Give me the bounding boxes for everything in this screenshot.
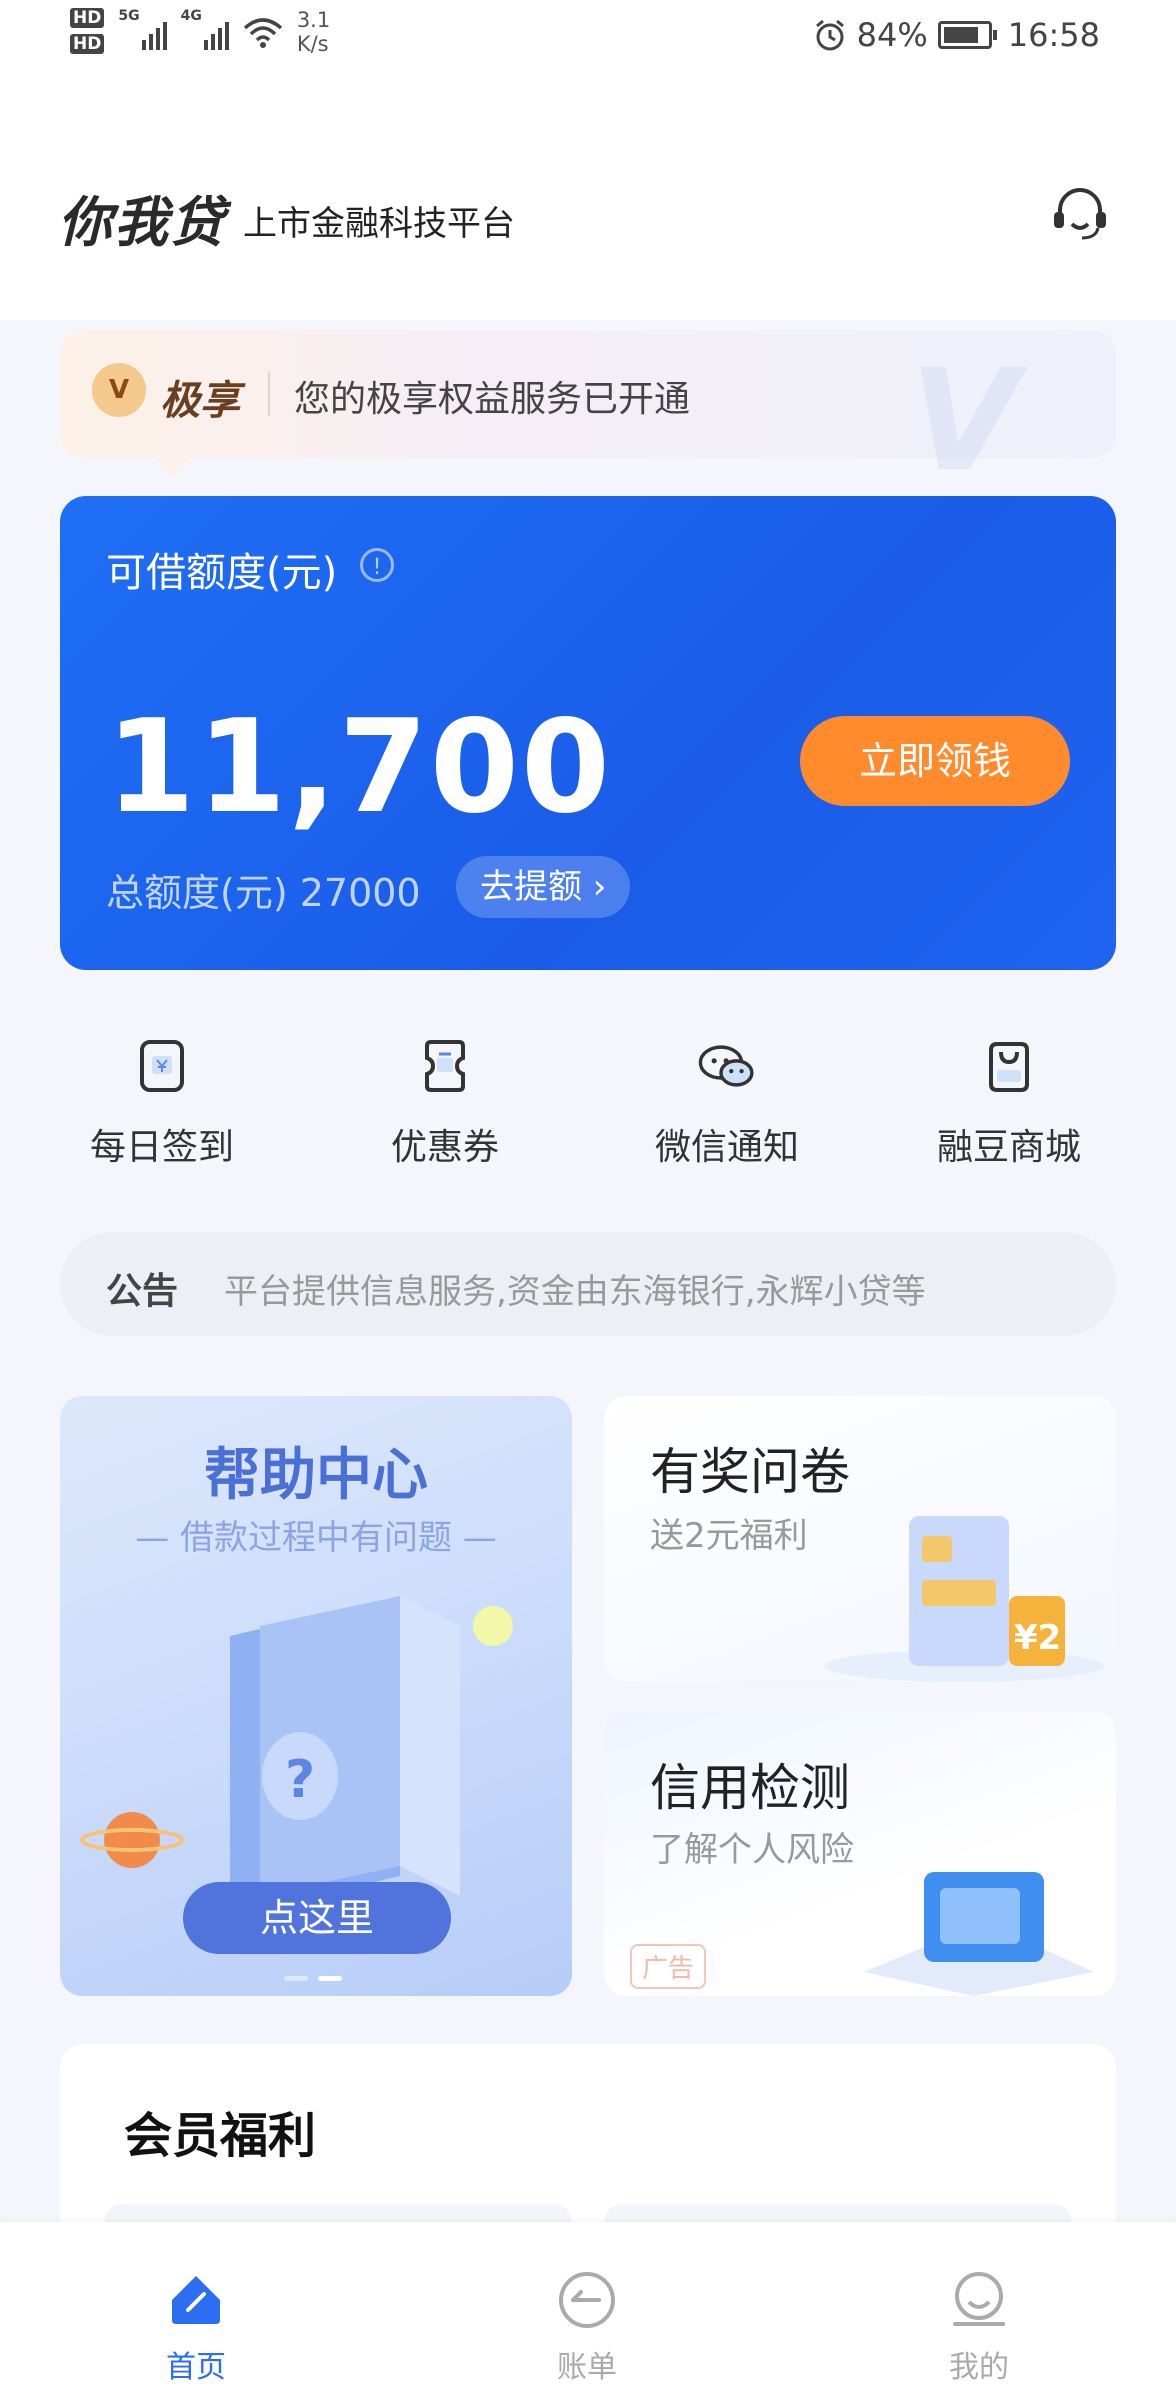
hd-indicator: HD HD [70, 8, 105, 54]
help-click-here-button[interactable]: 点这里 [183, 1882, 451, 1954]
wechat-icon [698, 1045, 754, 1087]
tab-me[interactable]: 我的 [879, 2270, 1079, 2386]
help-center-subtitle: — 借款过程中有问题 — [135, 1518, 497, 1558]
help-center-title: 帮助中心 [204, 1443, 428, 1508]
quick-action-bean-mall[interactable]: 融豆商城 [899, 1036, 1119, 1170]
signal-icon-2 [203, 14, 229, 50]
customer-service-icon[interactable] [1050, 184, 1110, 244]
signal-icon [141, 14, 167, 50]
tab-label: 我的 [949, 2350, 1009, 2385]
carousel-indicator [284, 1976, 342, 1981]
tab-home[interactable]: 首页 [96, 2270, 296, 2386]
quick-action-coupon[interactable]: 优惠券 [335, 1036, 555, 1170]
status-left: HD HD 5G 4G 3.1 K/s [70, 8, 330, 56]
info-icon[interactable]: ! [360, 548, 394, 582]
speed-value: 3.1 [296, 8, 331, 32]
total-credit: 总额度(元) 27000 [106, 871, 421, 915]
quick-action-label: 每日签到 [89, 1127, 234, 1168]
quick-action-label: 微信通知 [654, 1127, 799, 1168]
vip-text: 您的极享权益服务已开通 [294, 379, 691, 420]
battery-icon [937, 21, 997, 49]
brand-logo: 你我贷 [58, 191, 226, 254]
quick-action-wechat-notify[interactable]: 微信通知 [617, 1036, 837, 1170]
available-credit-amount: 11,700 [106, 693, 612, 842]
home-icon [172, 2276, 220, 2324]
hd1-label: HD [70, 8, 105, 28]
vip-badge-icon: V [92, 363, 146, 417]
vip-banner-pointer [152, 456, 192, 478]
notice-text: 平台提供信息服务,资金由东海银行,永辉小贷等 [224, 1272, 926, 1312]
coupon-icon [425, 1040, 465, 1092]
vip-name: 极享 [160, 378, 240, 424]
brand-tagline: 上市金融科技平台 [243, 204, 515, 244]
credit-check-title: 信用检测 [650, 1759, 850, 1817]
bill-icon [559, 2272, 615, 2328]
network-type-2: 4G [180, 8, 202, 24]
hd2-label: HD [70, 34, 105, 54]
speed-unit: K/s [296, 32, 329, 56]
ad-badge: 广告 [630, 1944, 707, 1989]
survey-coin-label: ¥2 [1014, 1618, 1062, 1658]
quick-action-daily-checkin[interactable]: 每日签到 [52, 1036, 272, 1170]
member-benefits-title: 会员福利 [124, 2108, 317, 2164]
survey-title: 有奖问卷 [650, 1443, 850, 1501]
profile-icon [953, 2272, 1005, 2326]
network-type-1: 5G [118, 8, 140, 24]
survey-subtitle: 送2元福利 [650, 1516, 808, 1556]
help-question-mark: ? [285, 1750, 316, 1810]
notice-title: 公告 [106, 1271, 179, 1312]
battery-percent: 84% [856, 16, 928, 54]
available-credit-label: 可借额度(元) [106, 550, 338, 596]
status-right: 84% 16:58 [813, 16, 1100, 54]
quick-action-label: 优惠券 [390, 1127, 499, 1168]
tab-bills[interactable]: 账单 [487, 2270, 687, 2386]
quick-action-label: 融豆商城 [936, 1127, 1081, 1168]
vip-divider [268, 372, 270, 416]
clock: 16:58 [1007, 16, 1100, 54]
credit-check-subtitle: 了解个人风险 [650, 1830, 854, 1870]
raise-limit-button[interactable]: 去提额 › [456, 856, 631, 918]
withdraw-now-button[interactable]: 立即领钱 [800, 716, 1070, 806]
wifi-icon [243, 18, 282, 48]
shopping-bag-icon [989, 1042, 1029, 1092]
tab-label: 账单 [557, 2350, 617, 2385]
calendar-check-icon [140, 1040, 184, 1092]
vip-watermark: V [910, 340, 1019, 503]
network-speed: 3.1 K/s [297, 8, 330, 56]
tab-label: 首页 [166, 2350, 226, 2385]
alarm-icon [815, 19, 844, 51]
